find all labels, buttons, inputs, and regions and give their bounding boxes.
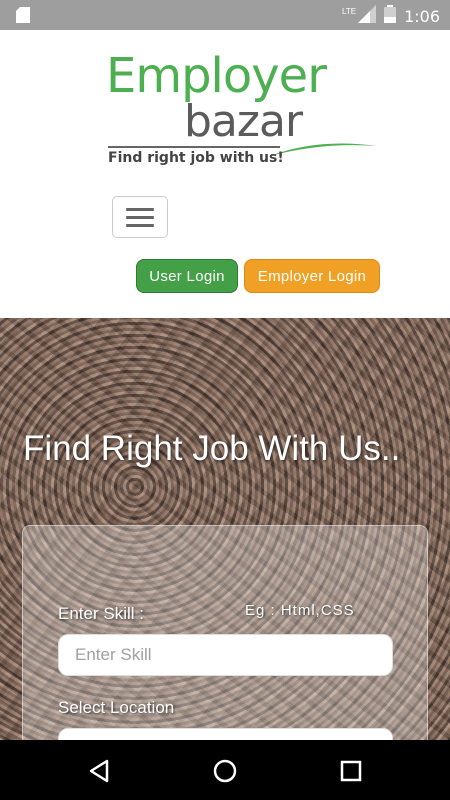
site-header: Employer bazar Find right job with us! U… xyxy=(0,30,450,318)
clock: 1:06 xyxy=(404,7,440,26)
location-select[interactable] xyxy=(58,728,393,740)
skill-input[interactable] xyxy=(58,634,393,676)
logo-underline xyxy=(108,146,280,148)
location-label: Select Location xyxy=(58,698,175,717)
user-login-button[interactable]: User Login xyxy=(136,259,238,293)
site-logo[interactable]: Employer bazar Find right job with us! xyxy=(100,50,380,175)
system-navigation-bar xyxy=(0,740,450,800)
skill-label: Enter Skill : xyxy=(58,604,144,623)
hamburger-menu-icon[interactable] xyxy=(112,196,168,238)
hero-title: Find Right Job With Us.. xyxy=(23,429,401,468)
logo-word-employer: Employer xyxy=(106,48,327,104)
skill-example-hint: Eg : Html,CSS xyxy=(245,602,355,619)
back-icon[interactable] xyxy=(84,756,114,786)
logo-word-bazar: bazar xyxy=(184,96,303,147)
sd-card-icon xyxy=(16,7,30,28)
battery-icon xyxy=(384,5,397,28)
recents-icon[interactable] xyxy=(336,756,366,786)
hero-section: Find Right Job With Us.. Enter Skill : E… xyxy=(0,318,450,740)
home-icon[interactable] xyxy=(210,756,240,786)
logo-tagline: Find right job with us! xyxy=(108,150,284,166)
job-search-form: Enter Skill : Eg : Html,CSS Select Locat… xyxy=(22,525,428,740)
signal-icon xyxy=(358,5,377,28)
status-bar: LTE 1:06 xyxy=(0,0,450,30)
logo-swoosh-icon xyxy=(270,143,376,156)
network-type-label: LTE xyxy=(341,7,357,16)
employer-login-button[interactable]: Employer Login xyxy=(244,259,380,293)
